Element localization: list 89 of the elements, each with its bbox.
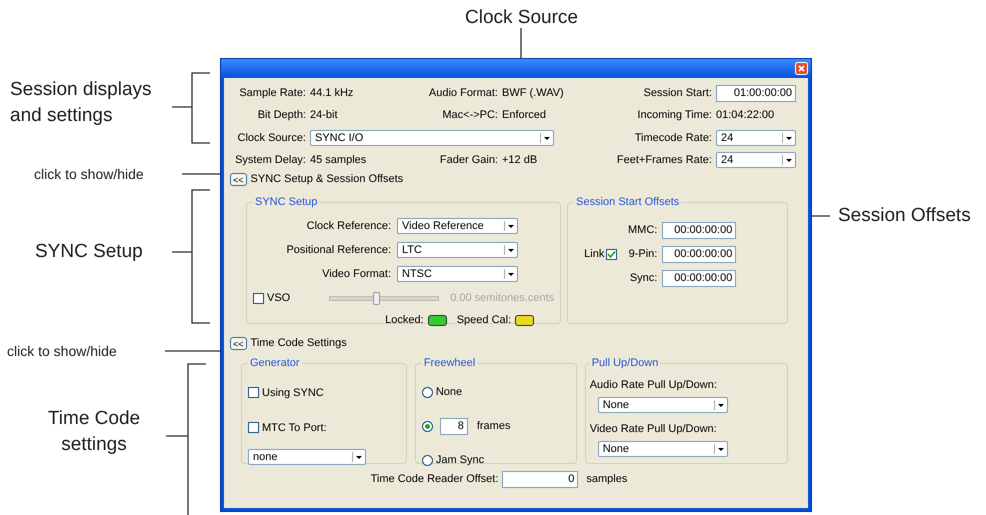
slider-reading: 0.00 bbox=[450, 292, 472, 304]
dropdown[interactable]: NTSC bbox=[397, 266, 518, 282]
checkbox[interactable] bbox=[606, 248, 618, 260]
field-label: Time Code Reader Offset: bbox=[370, 473, 498, 485]
input-field[interactable]: 0 bbox=[502, 470, 578, 488]
dropdown-arrow-icon bbox=[504, 220, 516, 232]
indicator-label: Speed Cal: bbox=[456, 314, 512, 326]
checkbox-label: Link bbox=[584, 248, 604, 260]
field-label: Bit Depth: bbox=[256, 109, 306, 121]
unit-label: samples bbox=[586, 473, 628, 485]
checkbox-label: VSO bbox=[267, 292, 290, 304]
radio-label: None bbox=[436, 386, 462, 398]
group-title: Freewheel bbox=[422, 357, 476, 369]
toggle-button[interactable]: << bbox=[230, 336, 247, 350]
field-label: Fader Gain: bbox=[438, 154, 498, 166]
field-label: System Delay: bbox=[234, 154, 306, 166]
checkbox[interactable] bbox=[248, 387, 259, 398]
field-label: Mac<->PC: bbox=[441, 109, 498, 121]
dropdown[interactable]: 24 bbox=[716, 152, 796, 168]
dropdown-arrow-icon bbox=[782, 132, 794, 144]
field-label: Audio Format: bbox=[428, 87, 498, 99]
field-label: Timecode Rate: bbox=[634, 132, 712, 144]
dropdown[interactable]: None bbox=[598, 397, 728, 413]
unit-label: frames bbox=[476, 420, 510, 432]
dropdown-arrow-icon bbox=[540, 132, 552, 144]
field-label: Audio Rate Pull Up/Down: bbox=[590, 378, 718, 393]
field-label: Clock Reference: bbox=[306, 220, 391, 232]
close-icon[interactable] bbox=[795, 62, 808, 75]
dropdown[interactable]: LTC bbox=[397, 242, 518, 258]
callout-label: Clock Source bbox=[465, 6, 578, 30]
callout-label: click to show/hide bbox=[34, 166, 144, 182]
input-field[interactable]: 00:00:00:00 bbox=[662, 270, 736, 286]
checkbox-label: Using SYNC bbox=[262, 386, 324, 398]
value-text: 24-bit bbox=[310, 109, 339, 121]
checkbox[interactable] bbox=[253, 292, 264, 304]
dropdown-arrow-icon bbox=[504, 244, 516, 256]
field-label: Feet+Frames Rate: bbox=[616, 154, 712, 166]
value-text: 01:04:22:00 bbox=[716, 109, 776, 121]
input-field[interactable]: 00:00:00:00 bbox=[662, 222, 736, 238]
field-label: Session Start: bbox=[642, 87, 712, 99]
value-text: 44.1 kHz bbox=[310, 87, 354, 99]
dropdown-arrow-icon bbox=[504, 268, 516, 280]
input-field[interactable]: 01:00:00:00 bbox=[716, 84, 796, 102]
dropdown-arrow-icon bbox=[352, 451, 364, 463]
radio-button[interactable] bbox=[422, 420, 433, 432]
indicator-label: Locked: bbox=[385, 314, 424, 326]
value-text: Enforced bbox=[502, 109, 548, 121]
section-label: Time Code Settings bbox=[250, 337, 347, 349]
callout-label: click to show/hide bbox=[7, 343, 117, 359]
radio-label: Jam Sync bbox=[436, 454, 484, 466]
field-label: Clock Source: bbox=[236, 132, 306, 144]
dropdown[interactable]: None bbox=[598, 441, 728, 457]
field-label: MMC: bbox=[627, 224, 658, 236]
field-label: Positional Reference: bbox=[285, 244, 391, 256]
dropdown-arrow-icon bbox=[714, 443, 726, 455]
radio-button[interactable] bbox=[422, 386, 433, 398]
group-title: SYNC Setup bbox=[254, 196, 318, 208]
callout-label: Session Offsets bbox=[838, 204, 971, 228]
field-label: Sync: bbox=[628, 272, 658, 284]
radio-button[interactable] bbox=[422, 454, 433, 466]
checkbox[interactable] bbox=[248, 422, 259, 433]
input-field[interactable]: 8 bbox=[440, 418, 468, 434]
callout-label: SYNC Setup bbox=[35, 240, 143, 264]
toggle-button[interactable]: << bbox=[230, 172, 247, 186]
slider-thumb[interactable] bbox=[372, 292, 380, 304]
value-text: +12 dB bbox=[502, 154, 538, 166]
field-label: Incoming Time: bbox=[636, 109, 712, 121]
field-label: Video Rate Pull Up/Down: bbox=[590, 422, 718, 437]
dropdown[interactable]: none bbox=[248, 449, 366, 465]
dropdown[interactable]: SYNC I/O bbox=[310, 130, 554, 146]
group-title: Generator bbox=[249, 357, 301, 369]
section-label: SYNC Setup & Session Offsets bbox=[250, 173, 404, 185]
field-label: Sample Rate: bbox=[238, 87, 306, 99]
unit-label: semitones.cents bbox=[474, 292, 554, 304]
dropdown-arrow-icon bbox=[782, 154, 794, 166]
field-label: Video Format: bbox=[321, 268, 391, 280]
dropdown-arrow-icon bbox=[714, 399, 726, 411]
group-title: Pull Up/Down bbox=[590, 357, 660, 369]
field-label: 9-Pin: bbox=[628, 248, 658, 260]
value-text: BWF (.WAV) bbox=[502, 87, 565, 99]
value-text: 45 samples bbox=[310, 154, 368, 166]
callout-label: Session displays and settings bbox=[10, 78, 153, 128]
callout-label: Time Code settings bbox=[46, 407, 142, 457]
input-field[interactable]: 00:00:00:00 bbox=[662, 246, 736, 262]
group-title: Session Start Offsets bbox=[575, 196, 680, 208]
leader-line bbox=[171, 72, 211, 144]
dropdown[interactable]: 24 bbox=[716, 130, 796, 146]
dropdown[interactable]: Video Reference bbox=[397, 218, 518, 234]
checkbox-label: MTC To Port: bbox=[262, 422, 327, 434]
